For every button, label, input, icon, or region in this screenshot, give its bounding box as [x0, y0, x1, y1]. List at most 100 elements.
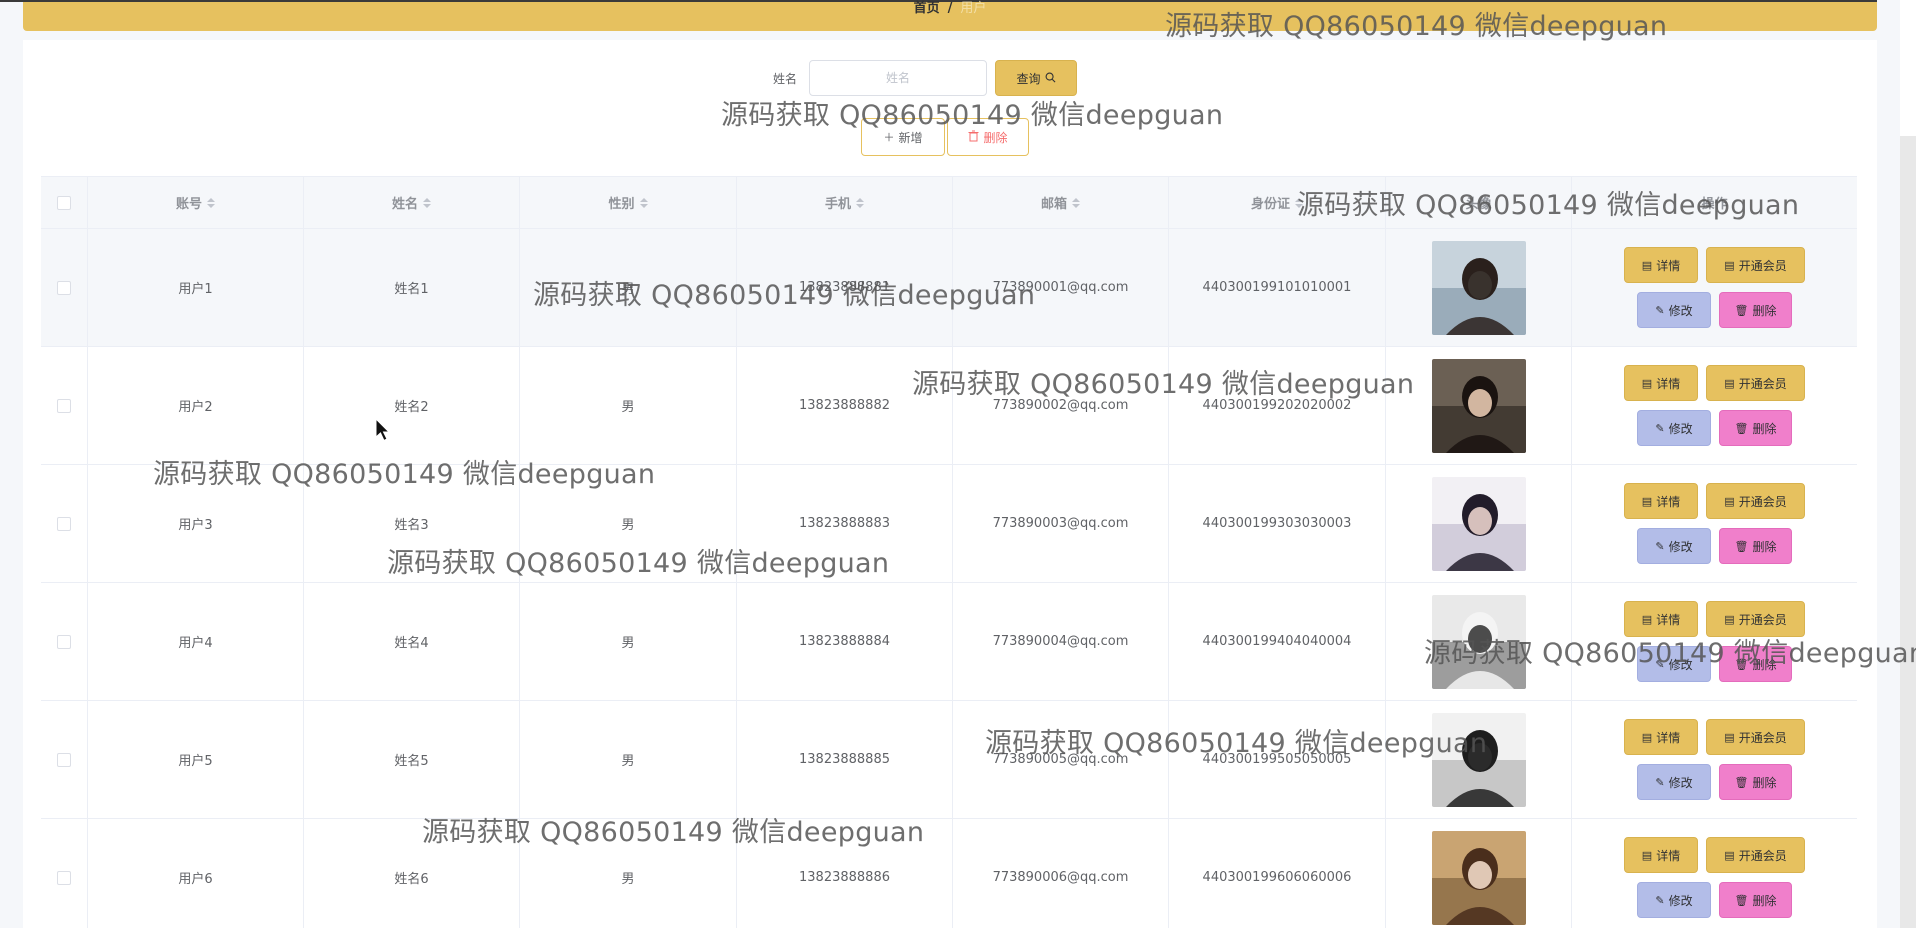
row-delete-button[interactable]: 🗑 删除: [1719, 528, 1792, 564]
search-button[interactable]: 查询: [995, 60, 1078, 96]
row-delete-button-label: 删除: [1752, 657, 1777, 672]
header-label: 性别: [608, 197, 635, 212]
cell-avatar: [1386, 229, 1572, 346]
cell-value: 773890002@qq.com: [992, 398, 1129, 413]
cell-value: 用户4: [178, 636, 213, 651]
open-membership-button[interactable]: ▤ 开通会员: [1706, 601, 1805, 637]
edit-button[interactable]: ✎ 修改: [1637, 646, 1711, 682]
breadcrumb-separator: /: [947, 1, 953, 16]
cell-value: 姓名3: [394, 518, 429, 533]
pencil-icon: ✎: [1655, 775, 1665, 789]
header-id-card[interactable]: 身份证: [1169, 177, 1386, 228]
edit-button[interactable]: ✎ 修改: [1637, 410, 1711, 446]
document-icon: ▤: [1641, 376, 1653, 390]
cell-value: 440300199505050005: [1202, 752, 1352, 767]
cell-value: 用户3: [178, 518, 213, 533]
detail-button[interactable]: ▤ 详情: [1624, 247, 1698, 283]
detail-button[interactable]: ▤ 详情: [1624, 483, 1698, 519]
row-delete-button[interactable]: 🗑 删除: [1719, 292, 1792, 328]
edit-button[interactable]: ✎ 修改: [1637, 292, 1711, 328]
breadcrumb: 首页 / 用户: [23, 2, 1877, 31]
detail-button-label: 详情: [1656, 730, 1681, 745]
avatar[interactable]: [1431, 358, 1526, 453]
cell-account: 用户3: [88, 465, 304, 582]
cell-value: 男: [621, 872, 635, 887]
open-membership-button-label: 开通会员: [1738, 848, 1787, 863]
open-membership-button[interactable]: ▤ 开通会员: [1706, 837, 1805, 873]
avatar[interactable]: [1431, 476, 1526, 571]
open-membership-button-label: 开通会员: [1738, 612, 1787, 627]
sort-icon[interactable]: [423, 197, 431, 208]
breadcrumb-home[interactable]: 首页: [914, 2, 940, 16]
row-checkbox[interactable]: [57, 280, 71, 295]
cell-value: 姓名4: [394, 636, 429, 651]
header-name[interactable]: 姓名: [304, 177, 520, 228]
document-icon: ▤: [1724, 376, 1735, 390]
search-input[interactable]: [809, 60, 988, 96]
table-body: 用户1 姓名1 男 13823888881 773890001@qq.com 440300…: [41, 229, 1857, 928]
row-checkbox[interactable]: [57, 752, 71, 767]
pencil-icon: ✎: [1655, 893, 1665, 907]
detail-button[interactable]: ▤ 详情: [1624, 837, 1698, 873]
row-select-cell: [41, 819, 88, 928]
batch-delete-button[interactable]: 删除: [947, 118, 1029, 156]
cell-avatar: [1386, 819, 1572, 928]
row-checkbox[interactable]: [57, 634, 71, 649]
trash-icon: 🗑: [1734, 421, 1749, 435]
row-checkbox[interactable]: [57, 870, 71, 885]
row-delete-button[interactable]: 🗑 删除: [1719, 764, 1792, 800]
avatar[interactable]: [1431, 240, 1526, 335]
detail-button[interactable]: ▤ 详情: [1624, 601, 1698, 637]
avatar[interactable]: [1431, 830, 1526, 925]
open-membership-button[interactable]: ▤ 开通会员: [1706, 719, 1805, 755]
sort-icon[interactable]: [1295, 197, 1303, 208]
sort-icon[interactable]: [1072, 197, 1080, 208]
row-delete-button-label: 删除: [1752, 893, 1777, 908]
header-phone[interactable]: 手机: [737, 177, 953, 228]
open-membership-button[interactable]: ▤ 开通会员: [1706, 483, 1805, 519]
open-membership-button[interactable]: ▤ 开通会员: [1706, 365, 1805, 401]
cell-value: 440300199606060006: [1202, 870, 1352, 885]
sort-icon[interactable]: [207, 197, 215, 208]
header-operations: 操作: [1572, 177, 1857, 228]
edit-button[interactable]: ✎ 修改: [1637, 882, 1711, 918]
row-delete-button[interactable]: 🗑 删除: [1719, 646, 1792, 682]
detail-button[interactable]: ▤ 详情: [1624, 719, 1698, 755]
open-membership-button[interactable]: ▤ 开通会员: [1706, 247, 1805, 283]
trash-icon: [968, 130, 979, 144]
avatar[interactable]: [1431, 712, 1526, 807]
row-checkbox[interactable]: [57, 516, 71, 531]
edit-button[interactable]: ✎ 修改: [1637, 528, 1711, 564]
cell-phone: 13823888886: [737, 819, 953, 928]
edit-button-label: 修改: [1668, 421, 1693, 436]
trash-icon: 🗑: [1734, 539, 1749, 553]
header-account[interactable]: 账号: [88, 177, 304, 228]
table-header: 账号 姓名 性别 手机 邮箱 身份证 头像 操作: [41, 177, 1857, 229]
header-label: 账号: [175, 197, 202, 212]
edit-button[interactable]: ✎ 修改: [1637, 764, 1711, 800]
vertical-scrollbar[interactable]: [1900, 136, 1916, 928]
header-email[interactable]: 邮箱: [953, 177, 1169, 228]
document-icon: ▤: [1641, 494, 1653, 508]
cell-name: 姓名4: [304, 583, 520, 700]
detail-button-label: 详情: [1656, 848, 1681, 863]
header-gender[interactable]: 性别: [520, 177, 737, 228]
detail-button[interactable]: ▤ 详情: [1624, 365, 1698, 401]
select-all-checkbox[interactable]: [57, 195, 71, 210]
cell-value: 男: [621, 282, 635, 297]
cell-value: 姓名6: [394, 872, 429, 887]
edit-button-label: 修改: [1668, 303, 1693, 318]
cell-operations: ▤ 详情 ▤ 开通会员 ✎ 修改 🗑 删除: [1572, 701, 1857, 818]
cell-account: 用户6: [88, 819, 304, 928]
cell-avatar: [1386, 583, 1572, 700]
cell-value: 13823888884: [799, 634, 890, 649]
sort-icon[interactable]: [856, 197, 864, 208]
avatar[interactable]: [1431, 594, 1526, 689]
row-delete-button[interactable]: 🗑 删除: [1719, 410, 1792, 446]
row-delete-button[interactable]: 🗑 删除: [1719, 882, 1792, 918]
header-label: 邮箱: [1040, 197, 1067, 212]
add-button[interactable]: ＋ 新增: [861, 118, 945, 156]
breadcrumb-current: 用户: [960, 1, 987, 16]
sort-icon[interactable]: [639, 197, 648, 208]
row-checkbox[interactable]: [57, 398, 71, 413]
